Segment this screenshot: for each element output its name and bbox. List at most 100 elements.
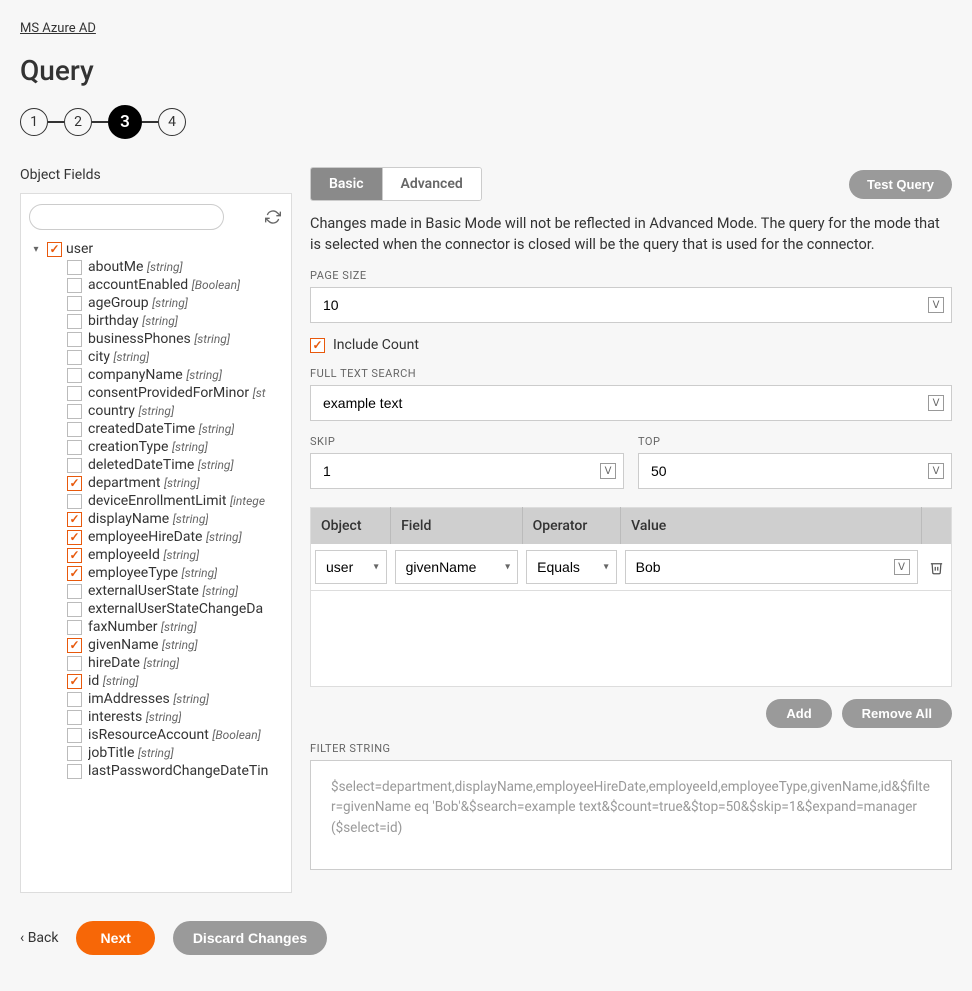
field-checkbox[interactable]	[67, 638, 82, 653]
field-label: employeeType [string]	[88, 565, 217, 581]
skip-input[interactable]	[310, 453, 624, 489]
field-checkbox[interactable]	[67, 296, 82, 311]
field-label: creationType [string]	[88, 439, 208, 455]
chevron-down-icon[interactable]: ▾	[29, 244, 43, 255]
field-checkbox[interactable]	[67, 332, 82, 347]
field-item[interactable]: birthday [string]	[67, 312, 283, 330]
field-checkbox[interactable]	[67, 692, 82, 707]
field-item[interactable]: givenName [string]	[67, 636, 283, 654]
add-filter-button[interactable]: Add	[766, 699, 831, 728]
field-checkbox[interactable]	[67, 476, 82, 491]
field-item[interactable]: jobTitle [string]	[67, 744, 283, 762]
field-item[interactable]: imAddresses [string]	[67, 690, 283, 708]
field-checkbox[interactable]	[67, 512, 82, 527]
field-checkbox[interactable]	[67, 746, 82, 761]
field-checkbox[interactable]	[67, 260, 82, 275]
field-checkbox[interactable]	[67, 314, 82, 329]
field-checkbox[interactable]	[67, 530, 82, 545]
field-item[interactable]: employeeHireDate [string]	[67, 528, 283, 546]
field-item[interactable]: consentProvidedForMinor [st	[67, 384, 283, 402]
field-checkbox[interactable]	[67, 656, 82, 671]
field-item[interactable]: displayName [string]	[67, 510, 283, 528]
field-item[interactable]: deletedDateTime [string]	[67, 456, 283, 474]
refresh-button[interactable]	[263, 207, 283, 227]
step-3[interactable]: 3	[108, 105, 142, 139]
variable-icon[interactable]: Ⅴ	[600, 463, 616, 479]
page-size-input[interactable]	[310, 287, 952, 323]
field-item[interactable]: employeeType [string]	[67, 564, 283, 582]
next-button[interactable]: Next	[76, 921, 154, 955]
field-item[interactable]: ageGroup [string]	[67, 294, 283, 312]
field-item[interactable]: hireDate [string]	[67, 654, 283, 672]
field-item[interactable]: isResourceAccount [Boolean]	[67, 726, 283, 744]
field-label: ageGroup [string]	[88, 295, 188, 311]
field-checkbox[interactable]	[67, 566, 82, 581]
field-checkbox[interactable]	[67, 602, 82, 617]
field-checkbox[interactable]	[67, 440, 82, 455]
filter-object-select[interactable]: user	[315, 550, 387, 584]
include-count-checkbox[interactable]	[310, 338, 325, 353]
field-item[interactable]: externalUserState [string]	[67, 582, 283, 600]
field-label: isResourceAccount [Boolean]	[88, 727, 261, 743]
tab-advanced[interactable]: Advanced	[383, 168, 481, 200]
field-checkbox[interactable]	[67, 458, 82, 473]
field-checkbox[interactable]	[67, 278, 82, 293]
test-query-button[interactable]: Test Query	[849, 170, 952, 199]
field-item[interactable]: aboutMe [string]	[67, 258, 283, 276]
field-label: birthday [string]	[88, 313, 178, 329]
variable-icon[interactable]: Ⅴ	[894, 559, 910, 575]
variable-icon[interactable]: Ⅴ	[928, 297, 944, 313]
field-checkbox[interactable]	[67, 710, 82, 725]
field-item[interactable]: createdDateTime [string]	[67, 420, 283, 438]
field-item[interactable]: deviceEnrollmentLimit [intege	[67, 492, 283, 510]
step-2[interactable]: 2	[64, 108, 92, 136]
field-item[interactable]: accountEnabled [Boolean]	[67, 276, 283, 294]
field-checkbox[interactable]	[67, 548, 82, 563]
filter-field-select[interactable]: givenName	[395, 550, 519, 584]
field-item[interactable]: lastPasswordChangeDateTin	[67, 762, 283, 780]
field-checkbox[interactable]	[67, 368, 82, 383]
field-item[interactable]: department [string]	[67, 474, 283, 492]
field-item[interactable]: country [string]	[67, 402, 283, 420]
field-item[interactable]: companyName [string]	[67, 366, 283, 384]
top-input[interactable]	[638, 453, 952, 489]
field-checkbox[interactable]	[67, 404, 82, 419]
field-label: interests [string]	[88, 709, 181, 725]
delete-row-button[interactable]	[926, 560, 948, 575]
tree-root-node[interactable]: ▾ user	[29, 240, 283, 258]
field-item[interactable]: externalUserStateChangeDa	[67, 600, 283, 618]
field-search-input[interactable]	[29, 204, 224, 230]
field-checkbox[interactable]	[67, 494, 82, 509]
field-label: faxNumber [string]	[88, 619, 197, 635]
full-text-input[interactable]	[310, 385, 952, 421]
field-item[interactable]: id [string]	[67, 672, 283, 690]
variable-icon[interactable]: Ⅴ	[928, 395, 944, 411]
field-checkbox[interactable]	[67, 386, 82, 401]
variable-icon[interactable]: Ⅴ	[928, 463, 944, 479]
back-button[interactable]: ‹ Back	[20, 930, 58, 946]
step-4[interactable]: 4	[158, 108, 186, 136]
filter-value-input[interactable]	[625, 550, 918, 584]
field-checkbox[interactable]	[67, 350, 82, 365]
field-label: accountEnabled [Boolean]	[88, 277, 240, 293]
field-checkbox[interactable]	[67, 764, 82, 779]
field-item[interactable]: faxNumber [string]	[67, 618, 283, 636]
field-item[interactable]: city [string]	[67, 348, 283, 366]
remove-all-button[interactable]: Remove All	[842, 699, 952, 728]
filter-operator-select[interactable]: Equals	[526, 550, 617, 584]
field-checkbox[interactable]	[67, 584, 82, 599]
field-item[interactable]: interests [string]	[67, 708, 283, 726]
field-item[interactable]: businessPhones [string]	[67, 330, 283, 348]
step-1[interactable]: 1	[20, 108, 48, 136]
field-checkbox[interactable]	[67, 620, 82, 635]
field-item[interactable]: creationType [string]	[67, 438, 283, 456]
field-checkbox[interactable]	[67, 674, 82, 689]
field-checkbox[interactable]	[67, 728, 82, 743]
field-label: lastPasswordChangeDateTin	[88, 763, 268, 779]
field-checkbox[interactable]	[67, 422, 82, 437]
field-item[interactable]: employeeId [string]	[67, 546, 283, 564]
tab-basic[interactable]: Basic	[311, 168, 383, 200]
breadcrumb-link[interactable]: MS Azure AD	[20, 21, 96, 36]
checkbox-user[interactable]	[47, 242, 62, 257]
discard-button[interactable]: Discard Changes	[173, 921, 327, 955]
